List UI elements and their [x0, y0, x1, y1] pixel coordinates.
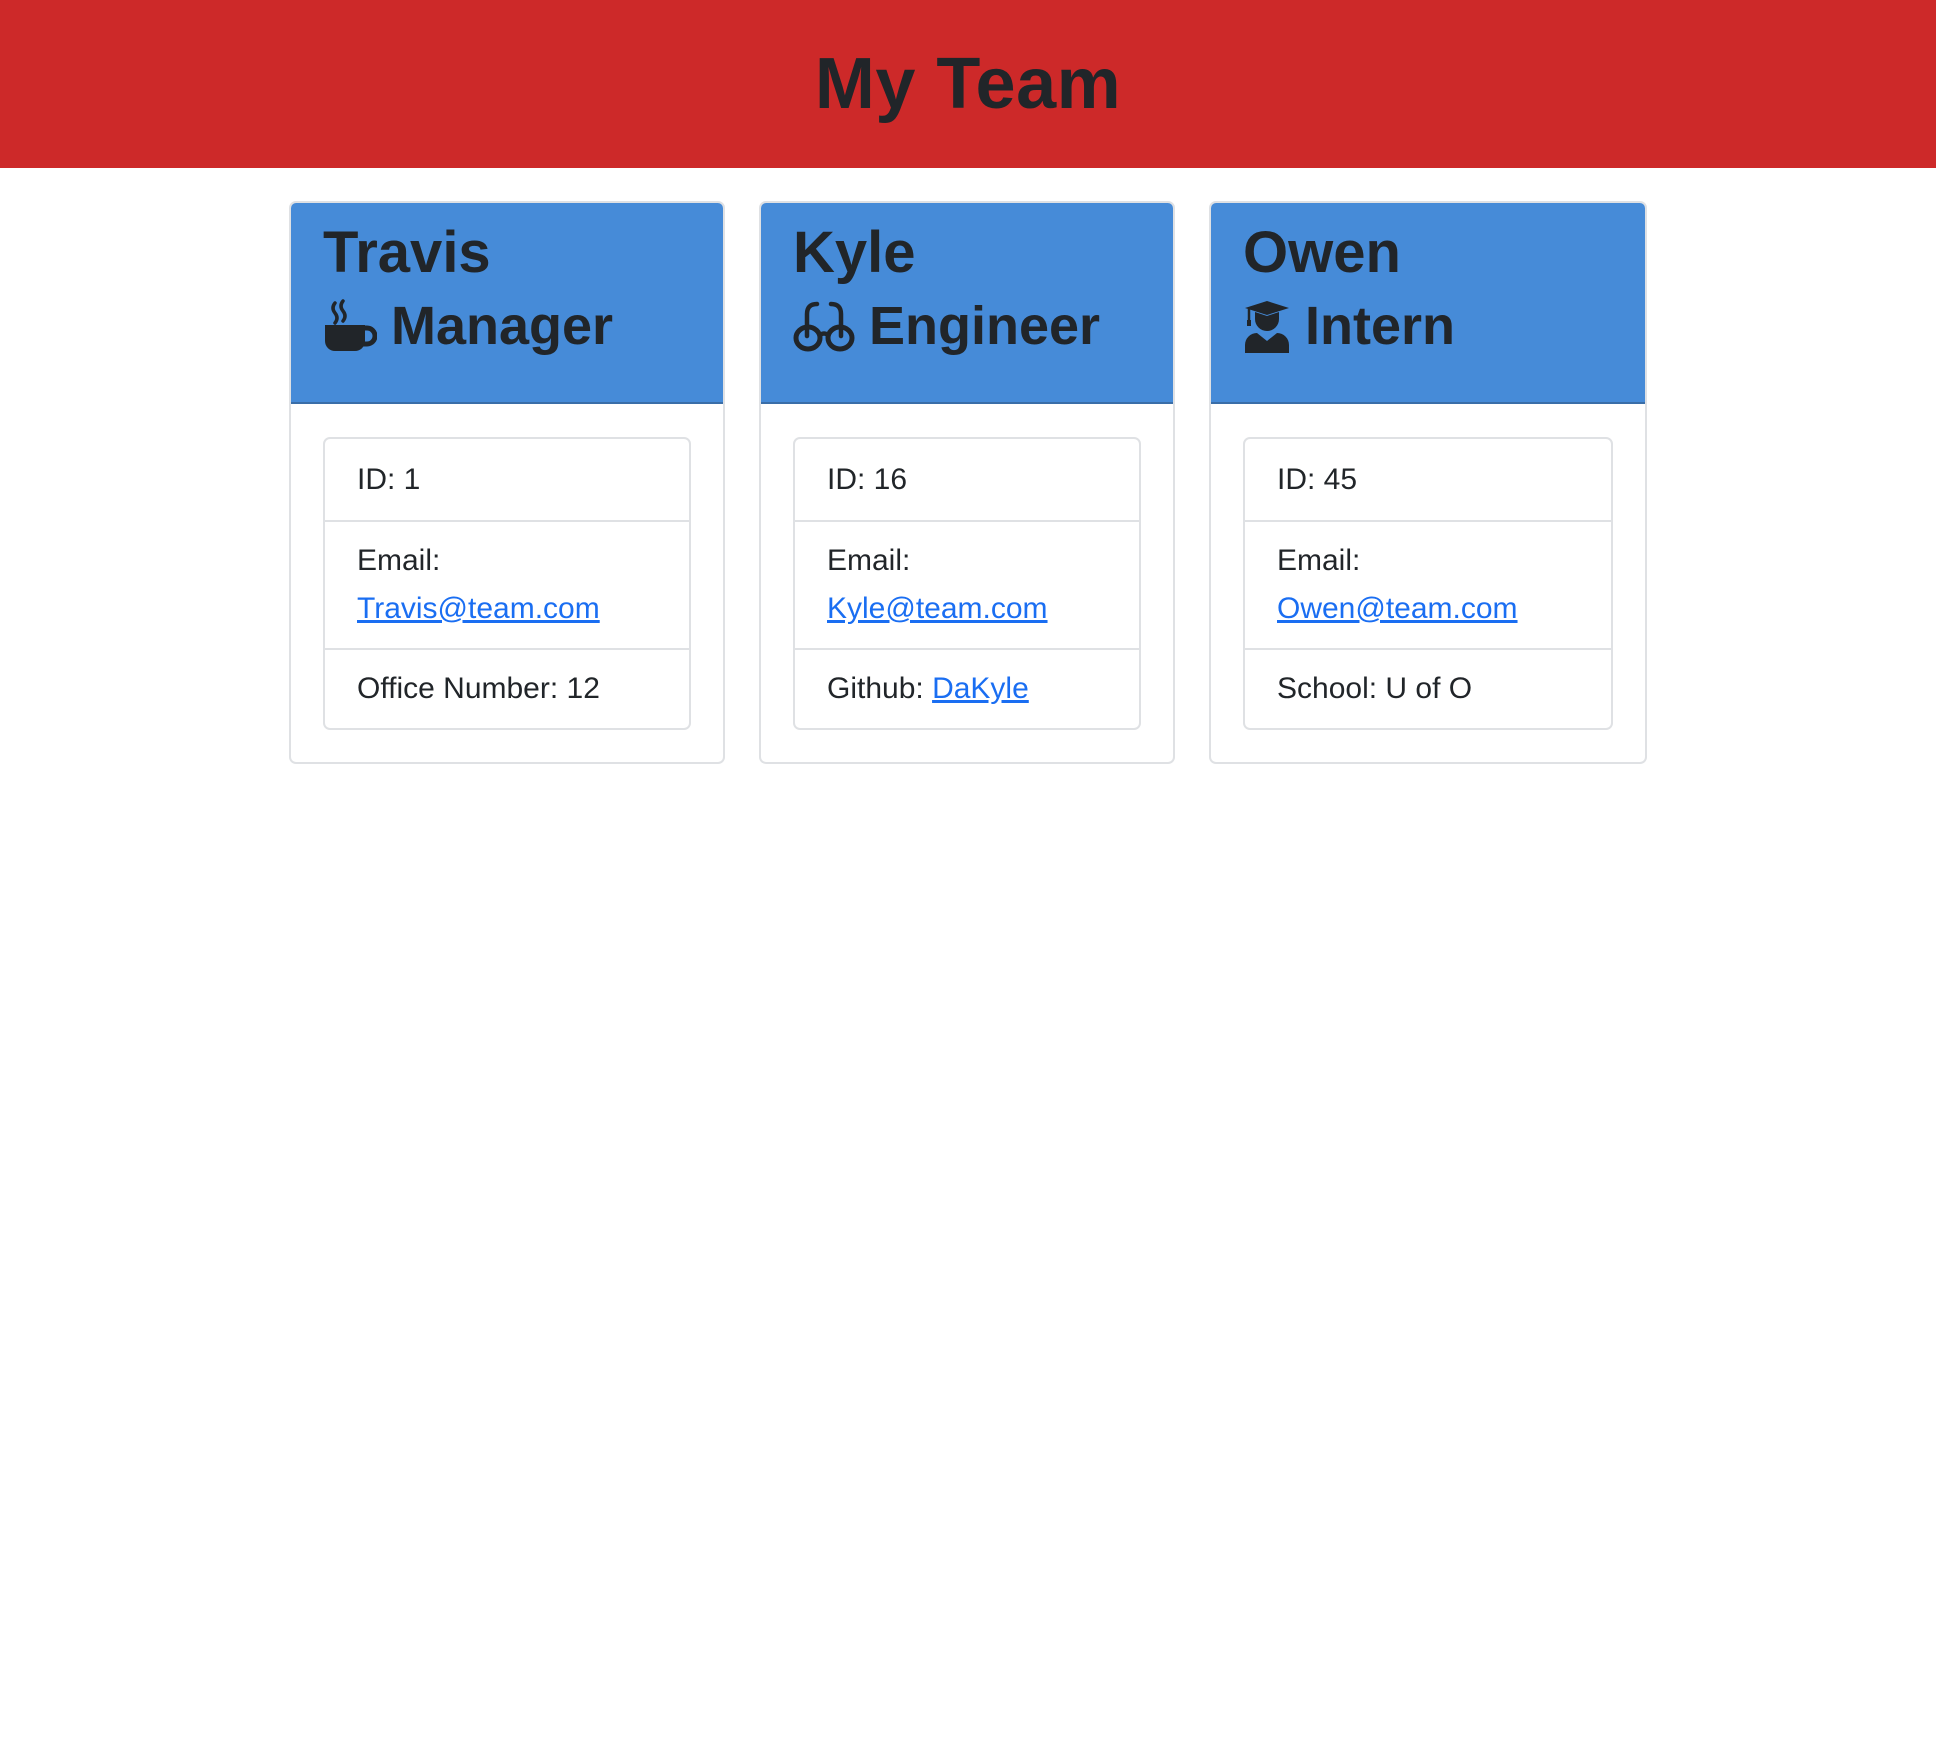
role-label: Intern [1305, 295, 1456, 356]
card-header: Kyle Engineer [761, 203, 1173, 404]
glasses-icon [793, 300, 855, 352]
github-label: Github: [827, 672, 933, 705]
employee-name: Kyle [793, 220, 916, 285]
list-item-id: ID: 16 [795, 439, 1139, 520]
user-graduate-icon [1243, 299, 1291, 354]
card-header: Owen Intern [1211, 203, 1645, 404]
github-link[interactable]: DaKyle [932, 672, 1029, 705]
list-item-id: ID: 45 [1245, 439, 1611, 520]
school-text: School: U of O [1277, 672, 1473, 705]
employee-card-engineer: Kyle Engineer ID: 16 Email: Kyle@team.co… [759, 201, 1175, 764]
id-text: ID: 16 [827, 462, 908, 496]
list-item-email: Email: Travis@team.com [325, 520, 689, 648]
employee-name: Owen [1243, 220, 1401, 285]
email-label: Email: [827, 544, 911, 577]
card-header: Travis Manager [291, 203, 723, 404]
employee-name: Travis [323, 220, 491, 285]
employee-card-manager: Travis Manager ID: 1 Email: Travis@team.… [289, 201, 725, 764]
list-item-github: Github: DaKyle [795, 648, 1139, 728]
office-number-text: Office Number: 12 [357, 672, 600, 705]
id-text: ID: 45 [1277, 462, 1358, 496]
email-link[interactable]: Travis@team.com [357, 592, 600, 625]
employee-role: Intern [1243, 295, 1645, 356]
info-list: ID: 16 Email: Kyle@team.com Github: DaKy… [793, 437, 1141, 730]
list-item-id: ID: 1 [325, 439, 689, 520]
mug-hot-icon [323, 299, 377, 353]
info-list: ID: 1 Email: Travis@team.com Office Numb… [323, 437, 691, 730]
employee-card-intern: Owen Intern ID: 45 Email: Owen@team.com … [1209, 201, 1647, 764]
list-item-school: School: U of O [1245, 648, 1611, 728]
employee-role: Engineer [793, 295, 1173, 356]
role-label: Manager [391, 295, 614, 356]
info-list: ID: 45 Email: Owen@team.com School: U of… [1243, 437, 1613, 730]
list-item-email: Email: Kyle@team.com [795, 520, 1139, 648]
employee-role: Manager [323, 295, 723, 356]
role-label: Engineer [869, 295, 1101, 356]
email-label: Email: [357, 544, 441, 577]
page-header: My Team [0, 0, 1936, 168]
email-link[interactable]: Kyle@team.com [827, 592, 1048, 625]
page-title: My Team [814, 44, 1122, 124]
email-link[interactable]: Owen@team.com [1277, 592, 1518, 625]
email-label: Email: [1277, 544, 1361, 577]
id-text: ID: 1 [357, 462, 421, 496]
list-item-email: Email: Owen@team.com [1245, 520, 1611, 648]
list-item-office-number: Office Number: 12 [325, 648, 689, 728]
